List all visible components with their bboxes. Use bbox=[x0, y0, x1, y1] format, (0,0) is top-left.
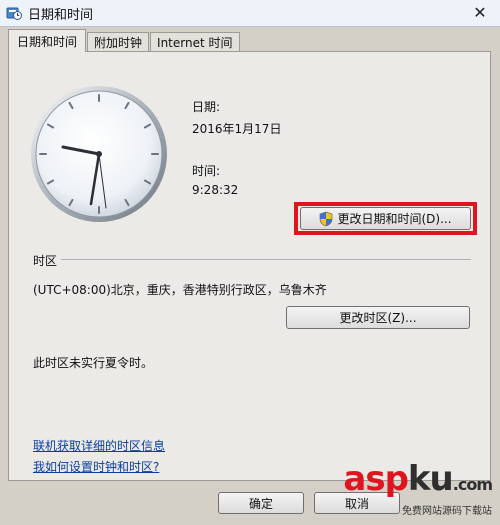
timezone-section-label: 时区 bbox=[33, 254, 58, 268]
close-button[interactable]: ✕ bbox=[470, 2, 490, 22]
change-timezone-button[interactable]: 更改时区(Z)... bbox=[286, 306, 470, 329]
tab-additional-clocks[interactable]: 附加时钟 bbox=[87, 32, 150, 52]
timezone-divider bbox=[61, 259, 471, 260]
ok-button[interactable]: 确定 bbox=[218, 492, 304, 514]
analog-clock bbox=[29, 84, 169, 224]
how-to-set-clock-link[interactable]: 我如何设置时钟和时区? bbox=[33, 458, 159, 475]
time-label: 时间: bbox=[192, 164, 221, 178]
date-value: 2016年1月17日 bbox=[192, 122, 282, 136]
tab-strip: 日期和时间 附加时钟 Internet 时间 bbox=[8, 29, 241, 52]
date-label: 日期: bbox=[192, 100, 221, 114]
tab-internet-time[interactable]: Internet 时间 bbox=[150, 32, 240, 52]
dst-note: 此时区未实行夏令时。 bbox=[33, 356, 154, 370]
close-icon: ✕ bbox=[473, 2, 487, 22]
tab-panel: 日期: 2016年1月17日 时间: 9:28:32 更改日期和时间(D)...… bbox=[8, 51, 491, 481]
clock-globe-icon bbox=[6, 5, 22, 21]
time-value: 9:28:32 bbox=[192, 183, 239, 197]
window-title: 日期和时间 bbox=[28, 7, 94, 23]
timezone-value: (UTC+08:00)北京，重庆，香港特别行政区，乌鲁木齐 bbox=[33, 283, 327, 297]
tab-date-time[interactable]: 日期和时间 bbox=[8, 29, 87, 52]
online-timezone-info-link[interactable]: 联机获取详细的时区信息 bbox=[33, 437, 165, 454]
watermark-subtitle: 免费网站源码下载站 bbox=[402, 506, 492, 517]
change-date-time-label: 更改日期和时间(D)... bbox=[337, 212, 452, 226]
watermark: aspku.com 免费网站源码下载站 bbox=[343, 459, 493, 517]
uac-shield-icon bbox=[319, 211, 333, 227]
title-bar: 日期和时间 ✕ bbox=[0, 0, 500, 27]
watermark-logo: aspku.com bbox=[343, 459, 493, 499]
change-date-time-button[interactable]: 更改日期和时间(D)... bbox=[300, 207, 471, 230]
